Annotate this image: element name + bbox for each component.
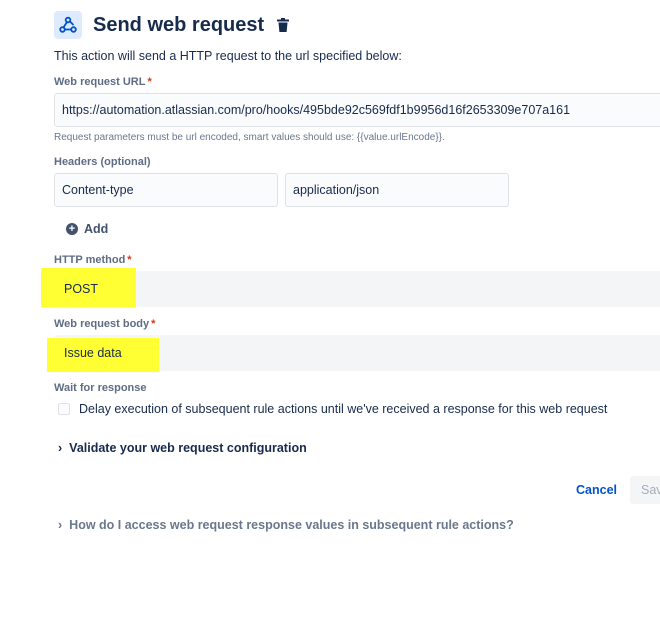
delay-checkbox[interactable] <box>58 403 70 415</box>
http-method-label: HTTP method * <box>54 254 132 266</box>
cancel-button[interactable]: Cancel <box>576 483 617 497</box>
url-input-value: https://automation.atlassian.com/pro/hoo… <box>62 103 571 117</box>
response-values-help-toggle[interactable]: › How do I access web request response va… <box>58 518 514 532</box>
header-value-value: application/json <box>293 183 380 197</box>
http-method-select[interactable] <box>54 271 660 307</box>
trash-icon[interactable] <box>276 17 290 33</box>
add-header-button[interactable]: + Add <box>66 222 108 236</box>
http-method-value: POST <box>64 282 99 296</box>
chevron-right-icon: › <box>58 441 63 455</box>
validate-config-label: Validate your web request configuration <box>69 441 307 455</box>
add-header-label: Add <box>84 222 109 236</box>
save-button[interactable]: Save <box>630 476 660 504</box>
wait-label: Wait for response <box>54 382 147 394</box>
headers-label: Headers (optional) <box>54 156 151 168</box>
panel-header: Send web request <box>54 10 290 40</box>
action-description: This action will send a HTTP request to … <box>54 49 402 63</box>
validate-config-toggle[interactable]: › Validate your web request configuration <box>58 441 307 455</box>
header-key-input[interactable]: Content-type <box>54 173 278 207</box>
request-body-label: Web request body * <box>54 318 156 330</box>
webhook-icon <box>54 11 82 39</box>
chevron-right-icon: › <box>58 518 63 532</box>
page-title: Send web request <box>93 13 265 36</box>
plus-circle-icon: + <box>66 223 78 235</box>
url-helper-text: Request parameters must be url encoded, … <box>54 132 445 143</box>
url-input[interactable]: https://automation.atlassian.com/pro/hoo… <box>54 93 660 127</box>
delay-checkbox-label[interactable]: Delay execution of subsequent rule actio… <box>79 402 607 416</box>
response-values-help-label: How do I access web request response val… <box>69 518 514 532</box>
header-key-value: Content-type <box>62 183 134 197</box>
request-body-value: Issue data <box>64 346 122 360</box>
header-value-input[interactable]: application/json <box>285 173 509 207</box>
url-field-label: Web request URL * <box>54 76 152 88</box>
